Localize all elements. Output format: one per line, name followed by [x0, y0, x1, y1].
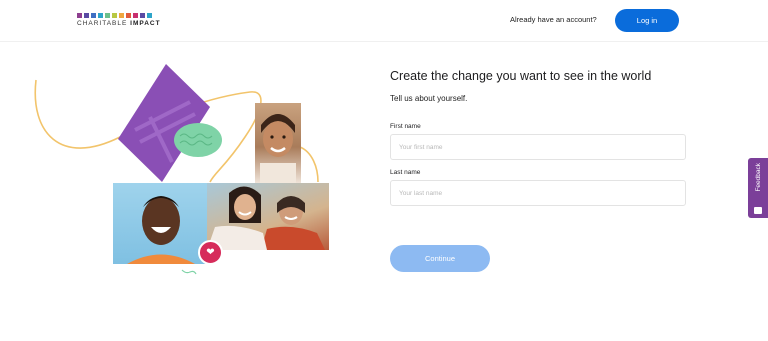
account-prompt: Already have an account?	[510, 15, 597, 24]
logo-color-bar	[84, 13, 89, 18]
logo-color-bar	[140, 13, 145, 18]
logo-color-bar	[133, 13, 138, 18]
photo-smiling-girl	[255, 103, 301, 183]
login-button[interactable]: Log in	[615, 9, 679, 32]
logo-color-bar	[98, 13, 103, 18]
last-name-label: Last name	[390, 169, 421, 176]
chat-icon	[754, 207, 762, 214]
logo-color-bar	[147, 13, 152, 18]
purple-diamond-shape	[118, 64, 210, 182]
form-subtitle: Tell us about yourself.	[390, 94, 468, 103]
feedback-label: Feedback	[754, 163, 762, 192]
logo-wordmark: CHARITABLE IMPACT	[77, 20, 161, 28]
last-name-input[interactable]	[390, 180, 686, 206]
top-nav: CHARITABLE IMPACT Already have an accoun…	[0, 0, 768, 42]
yellow-line-right	[299, 146, 319, 183]
photo-two-women-hugging	[207, 183, 329, 250]
logo-text-plain: CHARITABLE	[77, 20, 131, 27]
small-squiggle	[181, 269, 197, 275]
continue-button[interactable]: Continue	[390, 245, 490, 272]
hero-illustration: ❤	[0, 42, 360, 341]
logo-color-bar	[105, 13, 110, 18]
green-blob-shape	[174, 123, 222, 157]
heart-badge-icon: ❤	[198, 240, 223, 265]
logo-color-bar	[91, 13, 96, 18]
first-name-input[interactable]	[390, 134, 686, 160]
logo-color-bar	[112, 13, 117, 18]
logo-color-bar	[126, 13, 131, 18]
logo-color-bar	[77, 13, 82, 18]
logo-color-bars	[77, 13, 161, 18]
first-name-label: First name	[390, 123, 421, 130]
charitable-impact-logo[interactable]: CHARITABLE IMPACT	[77, 13, 161, 28]
logo-text-bold: IMPACT	[130, 20, 161, 27]
feedback-tab[interactable]: Feedback	[748, 158, 768, 218]
photo-laughing-man	[113, 183, 208, 264]
form-title: Create the change you want to see in the…	[390, 69, 652, 83]
logo-color-bar	[119, 13, 124, 18]
